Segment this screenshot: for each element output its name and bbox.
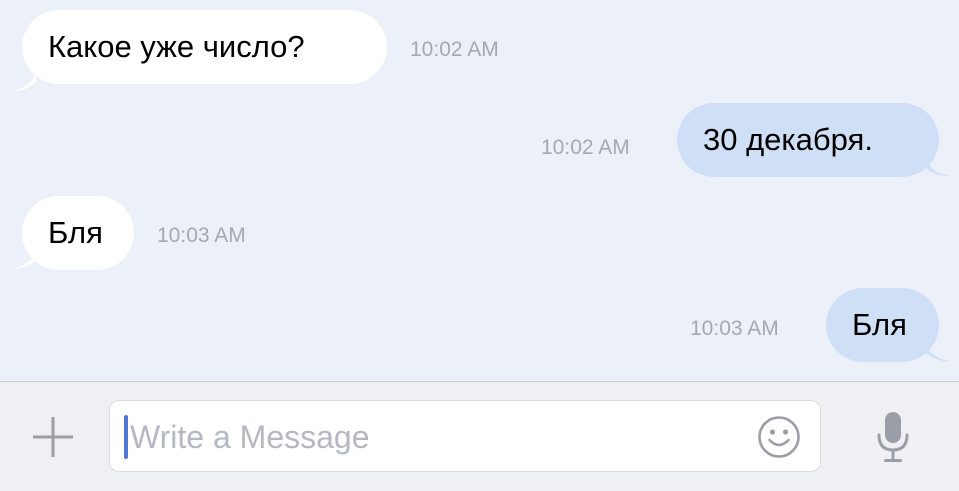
message-bubble[interactable]: Бля bbox=[826, 288, 939, 362]
message-bubble[interactable]: Бля bbox=[22, 196, 134, 270]
message-timestamp: 10:03 AM bbox=[157, 224, 246, 247]
message-input[interactable] bbox=[130, 401, 730, 473]
message-outgoing: 30 декабря. 10:02 AM bbox=[0, 103, 959, 177]
message-outgoing: Бля 10:03 AM bbox=[0, 288, 959, 362]
smiley-icon bbox=[758, 416, 800, 458]
text-caret bbox=[124, 415, 128, 459]
voice-message-button[interactable] bbox=[870, 408, 916, 468]
message-timestamp: 10:02 AM bbox=[541, 136, 630, 159]
message-bubble[interactable]: Какое уже число? bbox=[22, 10, 387, 84]
message-text: Бля bbox=[48, 215, 103, 250]
microphone-icon bbox=[877, 412, 909, 462]
plus-icon bbox=[33, 417, 73, 457]
message-text: Бля bbox=[852, 307, 907, 342]
message-incoming: Какое уже число? 10:02 AM bbox=[0, 10, 959, 92]
emoji-button[interactable] bbox=[757, 415, 801, 459]
message-text: Какое уже число? bbox=[48, 29, 305, 64]
message-incoming: Бля 10:03 AM bbox=[0, 196, 959, 270]
message-input-container[interactable] bbox=[109, 400, 821, 473]
chat-screen: Какое уже число? 10:02 AM 30 декабря. 10… bbox=[0, 0, 959, 491]
message-timestamp: 10:02 AM bbox=[410, 38, 499, 61]
message-composer bbox=[0, 381, 959, 491]
attach-button[interactable] bbox=[30, 414, 76, 460]
message-text: 30 декабря. bbox=[703, 122, 873, 157]
message-timestamp: 10:03 AM bbox=[690, 317, 779, 340]
message-bubble[interactable]: 30 декабря. bbox=[677, 103, 939, 177]
